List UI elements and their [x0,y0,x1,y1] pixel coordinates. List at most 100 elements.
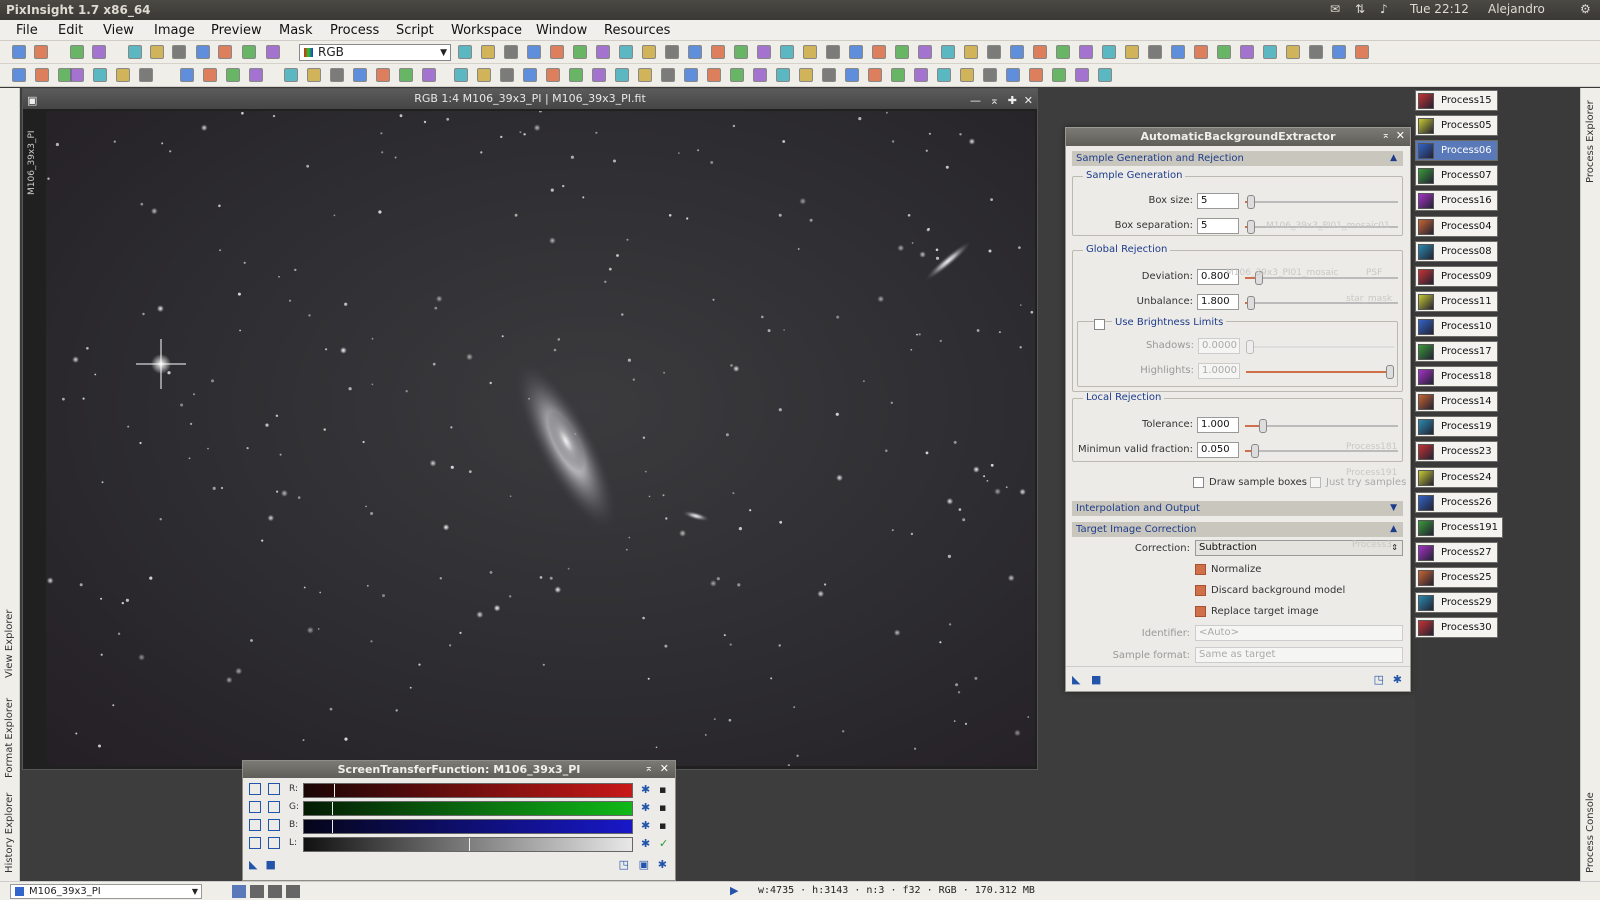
stf-tool-icon[interactable] [268,819,280,831]
replace-target-checkbox[interactable] [1195,606,1206,617]
auto-stretch-icon[interactable]: ✱ [641,783,650,796]
tab-format-explorer[interactable]: Format Explorer [4,683,15,778]
process-icon-process05[interactable]: Process05 [1415,115,1498,137]
shadows-slider[interactable] [1246,340,1394,354]
toolbar-tool-icon[interactable] [987,45,1001,59]
toolbar-tool-icon[interactable] [596,45,610,59]
toolbar-tool-icon[interactable] [1286,45,1300,59]
toolbar-tool-icon[interactable] [523,68,537,82]
toolbar-tool-icon[interactable] [776,68,790,82]
section-sample-generation-rejection[interactable]: Sample Generation and Rejection ▲ [1072,151,1403,166]
shade-icon[interactable]: ⌅ [1382,130,1390,141]
just-try-samples-checkbox[interactable] [1310,477,1321,488]
process-icon-process24[interactable]: Process24 [1415,466,1498,488]
toolbar-tool-icon[interactable] [481,45,495,59]
toolbar-tool-icon[interactable] [1010,45,1024,59]
image-window-titlebar[interactable]: RGB 1:4 M106_39x3_PI | M106_39x3_PI.fit … [23,89,1037,109]
toolbar-tool-icon[interactable] [1217,45,1231,59]
toolbar-tool-icon[interactable] [1029,68,1043,82]
stf-tool-icon[interactable] [249,801,261,813]
shadows-field[interactable]: 0.0000 [1198,338,1240,354]
display-mode-r-icon[interactable] [250,885,264,898]
tab-view-explorer[interactable]: View Explorer [4,598,15,678]
abe-window[interactable]: AutomaticBackgroundExtractor ⌅ ✕ Sample … [1065,127,1411,692]
stf-midtone-marker[interactable] [469,838,470,851]
toolbar-tool-icon[interactable] [1263,45,1277,59]
toolbar-tool-icon[interactable] [753,68,767,82]
stf-tool-icon[interactable] [268,801,280,813]
toolbar-tool-icon[interactable] [477,68,491,82]
process-icon-process10[interactable]: Process10 [1415,315,1498,337]
toolbar-tool-icon[interactable] [665,45,679,59]
toolbar-tool-icon[interactable] [12,45,26,59]
toolbar-tool-icon[interactable] [1148,45,1162,59]
toolbar-tool-icon[interactable] [180,68,194,82]
preferences-icon[interactable]: ✱ [658,858,667,871]
menu-workspace[interactable]: Workspace [451,23,522,38]
toolbar-tool-icon[interactable] [1171,45,1185,59]
preferences-icon[interactable]: ✱ [1393,673,1402,686]
identifier-field[interactable]: <Auto> [1195,625,1403,641]
stf-window[interactable]: ScreenTransferFunction: M106_39x3_PI ⌅ ✕… [242,760,676,881]
toolbar-tool-icon[interactable] [1079,45,1093,59]
shade-icon[interactable]: ⌅ [645,763,653,774]
toolbar-tool-icon[interactable] [422,68,436,82]
process-icon-process19[interactable]: Process19 [1415,416,1498,438]
toolbar-tool-icon[interactable] [941,45,955,59]
box-size-slider[interactable] [1245,195,1398,209]
toolbar-tool-icon[interactable] [242,45,256,59]
new-instance-icon[interactable]: ◣ [249,858,257,871]
abe-titlebar[interactable]: AutomaticBackgroundExtractor [1066,128,1410,146]
stf-midtone-marker[interactable] [332,802,333,815]
menu-resources[interactable]: Resources [604,23,670,38]
toolbar-tool-icon[interactable] [249,68,263,82]
toolbar-tool-icon[interactable] [780,45,794,59]
process-icon-process29[interactable]: Process29 [1415,592,1498,613]
toolbar-tool-icon[interactable] [1102,45,1116,59]
stf-tool-icon[interactable] [249,819,261,831]
user-menu[interactable]: Alejandro [1488,2,1545,16]
toolbar-tool-icon[interactable] [35,68,49,82]
toolbar-tool-icon[interactable] [757,45,771,59]
highlights-field[interactable]: 1.0000 [1198,363,1240,379]
toolbar-tool-icon[interactable] [803,45,817,59]
stf-midtone-marker[interactable] [332,820,333,833]
track-view-icon[interactable]: ▣ [639,858,649,871]
tolerance-field[interactable]: 1.000 [1197,417,1239,433]
process-icon-process14[interactable]: Process14 [1415,391,1498,413]
toolbar-tool-icon[interactable] [196,45,210,59]
toolbar-tool-icon[interactable] [139,68,153,82]
toolbar-tool-icon[interactable] [1098,68,1112,82]
new-instance-icon[interactable]: ◣ [1072,673,1080,686]
process-icon-process191[interactable]: Process191 [1415,516,1503,538]
toolbar-tool-icon[interactable] [12,68,26,82]
gear-icon[interactable]: ⚙ [1580,2,1591,16]
stf-channel-bar[interactable] [303,801,633,816]
stf-tool-icon[interactable] [268,837,280,849]
auto-stretch-icon[interactable]: ✱ [641,837,650,850]
toolbar-tool-icon[interactable] [1052,68,1066,82]
toolbar-tool-icon[interactable] [70,68,84,82]
section-interpolation-output[interactable]: Interpolation and Output ▼ [1072,501,1403,516]
close-icon[interactable]: ✕ [660,762,669,775]
toolbar-tool-icon[interactable] [458,45,472,59]
menu-script[interactable]: Script [396,23,434,38]
process-icon-process16[interactable]: Process16 [1415,190,1498,212]
toolbar-tool-icon[interactable] [1332,45,1346,59]
reset-icon[interactable]: ◳ [1374,673,1384,686]
close-icon[interactable]: ✕ [1396,129,1405,142]
process-icon-process25[interactable]: Process25 [1415,566,1498,588]
display-mode-g-icon[interactable] [268,885,282,898]
toolbar-tool-icon[interactable] [960,68,974,82]
toolbar-tool-icon[interactable] [1006,68,1020,82]
toolbar-tool-icon[interactable] [1355,45,1369,59]
toolbar-tool-icon[interactable] [638,68,652,82]
stf-tool-icon[interactable] [268,783,280,795]
toolbar-tool-icon[interactable] [569,68,583,82]
toolbar-tool-icon[interactable] [550,45,564,59]
toolbar-tool-icon[interactable] [642,45,656,59]
process-icon-process04[interactable]: Process04 [1415,215,1498,237]
menu-preview[interactable]: Preview [211,23,262,38]
toolbar-tool-icon[interactable] [92,45,106,59]
stf-tool-icon[interactable] [249,783,261,795]
